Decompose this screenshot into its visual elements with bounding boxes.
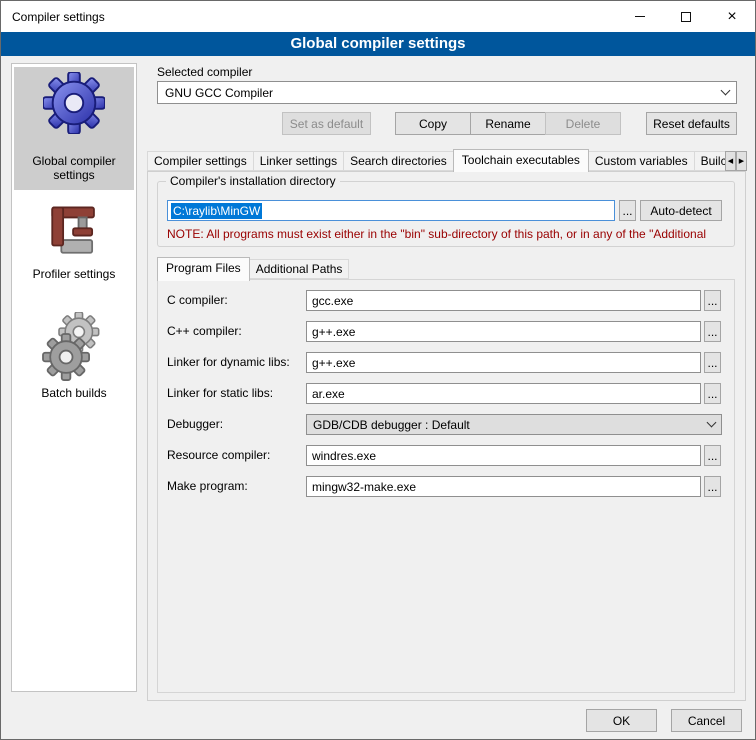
copy-button[interactable]: Copy bbox=[395, 112, 471, 135]
static-linker-input[interactable]: ar.exe bbox=[306, 383, 701, 404]
field-label: Make program: bbox=[167, 476, 248, 497]
reset-defaults-button[interactable]: Reset defaults bbox=[646, 112, 737, 135]
make-program-value: mingw32-make.exe bbox=[312, 480, 416, 494]
caption-buttons: × bbox=[617, 1, 755, 32]
tab-custom-variables[interactable]: Custom variables bbox=[588, 151, 695, 171]
selected-compiler-value: GNU GCC Compiler bbox=[165, 86, 273, 100]
maximize-button[interactable] bbox=[663, 1, 709, 32]
installation-directory-legend: Compiler's installation directory bbox=[166, 174, 340, 188]
make-program-row: Make program: mingw32-make.exe ... bbox=[167, 476, 725, 497]
cancel-button[interactable]: Cancel bbox=[671, 709, 742, 732]
settings-category-list: Global compiler settings Profiler settin… bbox=[11, 63, 137, 692]
tab-scroll-left-icon[interactable]: ◀ bbox=[725, 151, 736, 171]
compiler-settings-dialog: Compiler settings × Global compiler sett… bbox=[0, 0, 756, 740]
sidebar-item-global-compiler-settings[interactable]: Global compiler settings bbox=[14, 67, 134, 190]
dialog-header-title: Global compiler settings bbox=[1, 32, 755, 56]
static-linker-browse-button[interactable]: ... bbox=[704, 383, 721, 404]
cpp-compiler-browse-button[interactable]: ... bbox=[704, 321, 721, 342]
make-program-input[interactable]: mingw32-make.exe bbox=[306, 476, 701, 497]
cpp-compiler-row: C++ compiler: g++.exe ... bbox=[167, 321, 725, 342]
c-compiler-value: gcc.exe bbox=[312, 294, 353, 308]
compiler-settings-tabs: Compiler settings Linker settings Search… bbox=[147, 149, 725, 172]
bin-directory-note: NOTE: All programs must exist either in … bbox=[167, 227, 729, 241]
static-linker-row: Linker for static libs: ar.exe ... bbox=[167, 383, 725, 404]
titlebar: Compiler settings × bbox=[1, 1, 755, 32]
tab-additional-paths[interactable]: Additional Paths bbox=[249, 259, 350, 279]
resource-compiler-input[interactable]: windres.exe bbox=[306, 445, 701, 466]
window-title: Compiler settings bbox=[1, 10, 105, 24]
dynamic-linker-row: Linker for dynamic libs: g++.exe ... bbox=[167, 352, 725, 373]
make-program-browse-button[interactable]: ... bbox=[704, 476, 721, 497]
sidebar-item-batch-builds[interactable]: Batch builds bbox=[14, 312, 134, 416]
selected-compiler-label: Selected compiler bbox=[157, 65, 252, 79]
tab-compiler-settings[interactable]: Compiler settings bbox=[147, 151, 254, 171]
chevron-down-icon bbox=[707, 418, 717, 428]
toolchain-executables-panel: Compiler's installation directory C:\ray… bbox=[147, 171, 746, 701]
resource-compiler-row: Resource compiler: windres.exe ... bbox=[167, 445, 725, 466]
debugger-value: GDB/CDB debugger : Default bbox=[313, 418, 470, 432]
batch-builds-gears-icon bbox=[41, 312, 107, 382]
cpp-compiler-value: g++.exe bbox=[312, 325, 355, 339]
close-button[interactable]: × bbox=[709, 1, 755, 32]
tab-linker-settings[interactable]: Linker settings bbox=[253, 151, 344, 171]
tab-program-files[interactable]: Program Files bbox=[157, 257, 250, 281]
program-tabs: Program Files Additional Paths bbox=[157, 256, 348, 280]
minimize-button[interactable] bbox=[617, 1, 663, 32]
tab-scroll-right-icon[interactable]: ▶ bbox=[736, 151, 747, 171]
close-icon: × bbox=[727, 11, 736, 23]
chevron-down-icon bbox=[721, 86, 731, 96]
field-label: Linker for static libs: bbox=[167, 383, 273, 404]
resource-compiler-value: windres.exe bbox=[312, 449, 376, 463]
debugger-select[interactable]: GDB/CDB debugger : Default bbox=[306, 414, 722, 435]
c-compiler-browse-button[interactable]: ... bbox=[704, 290, 721, 311]
sidebar-item-label: Profiler settings bbox=[33, 267, 116, 281]
program-files-panel: C compiler: gcc.exe ... C++ compiler: g+… bbox=[157, 279, 735, 693]
maximize-icon bbox=[681, 12, 691, 22]
sidebar-item-profiler-settings[interactable]: Profiler settings bbox=[14, 202, 134, 290]
set-as-default-button[interactable]: Set as default bbox=[282, 112, 371, 135]
field-label: Resource compiler: bbox=[167, 445, 270, 466]
sidebar-item-label: Batch builds bbox=[41, 386, 106, 400]
dynamic-linker-input[interactable]: g++.exe bbox=[306, 352, 701, 373]
tab-search-directories[interactable]: Search directories bbox=[343, 151, 454, 171]
tab-build-options-clipped[interactable]: Builc bbox=[694, 151, 725, 171]
c-compiler-row: C compiler: gcc.exe ... bbox=[167, 290, 725, 311]
selected-compiler-dropdown[interactable]: GNU GCC Compiler bbox=[157, 81, 737, 104]
installation-directory-selected-text: C:\raylib\MinGW bbox=[171, 203, 262, 219]
tab-toolchain-executables[interactable]: Toolchain executables bbox=[453, 149, 589, 172]
resource-compiler-browse-button[interactable]: ... bbox=[704, 445, 721, 466]
installation-directory-group: Compiler's installation directory C:\ray… bbox=[157, 181, 735, 247]
rename-button[interactable]: Rename bbox=[470, 112, 546, 135]
profiler-clamp-icon bbox=[45, 202, 103, 260]
dynamic-linker-value: g++.exe bbox=[312, 356, 355, 370]
field-label: C++ compiler: bbox=[167, 321, 242, 342]
c-compiler-input[interactable]: gcc.exe bbox=[306, 290, 701, 311]
debugger-row: Debugger: GDB/CDB debugger : Default bbox=[167, 414, 725, 435]
auto-detect-button[interactable]: Auto-detect bbox=[640, 200, 722, 221]
global-compiler-gear-icon bbox=[43, 72, 105, 134]
field-label: Linker for dynamic libs: bbox=[167, 352, 290, 373]
dynamic-linker-browse-button[interactable]: ... bbox=[704, 352, 721, 373]
field-label: Debugger: bbox=[167, 414, 223, 435]
directory-browse-button[interactable]: ... bbox=[619, 200, 636, 221]
minimize-icon bbox=[635, 16, 645, 17]
cpp-compiler-input[interactable]: g++.exe bbox=[306, 321, 701, 342]
sidebar-item-label: Global compiler settings bbox=[14, 154, 134, 182]
installation-directory-input[interactable]: C:\raylib\MinGW bbox=[167, 200, 615, 221]
ok-button[interactable]: OK bbox=[586, 709, 657, 732]
static-linker-value: ar.exe bbox=[312, 387, 345, 401]
delete-button[interactable]: Delete bbox=[545, 112, 621, 135]
field-label: C compiler: bbox=[167, 290, 228, 311]
